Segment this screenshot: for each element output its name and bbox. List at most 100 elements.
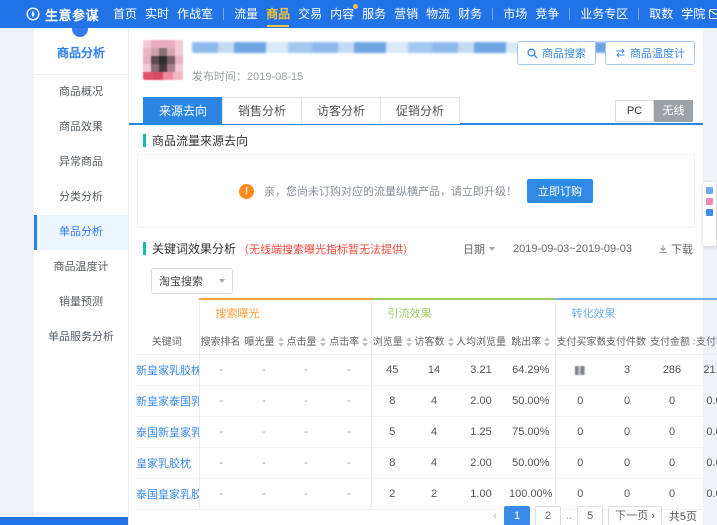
pagination-next-button[interactable]: 下一页 › [608,506,662,525]
tab[interactable]: 销售分析 [222,97,303,124]
sort-icon[interactable] [277,336,284,347]
table-cell: 0 [554,447,605,479]
download-button[interactable]: 下载 [658,241,693,257]
column-header[interactable]: 点击量 [285,326,327,355]
keyword-link[interactable]: 皇家乳胶枕 [135,447,199,479]
sidebar-item[interactable]: 商品效果 [34,110,128,145]
nav-item[interactable]: 营销 [394,0,418,28]
pagination-page[interactable]: 5 [577,506,604,525]
column-header-row: 关键词 搜索排名 曝光量 点击量 点击率 浏览量 访客数 人均浏览量 跳出率 支付买家数 支付件数支… [135,326,717,355]
nav-item[interactable]: 首页 [113,0,137,28]
sort-icon[interactable] [362,336,369,347]
nav-item[interactable]: 业务专区 [580,0,628,28]
keyword-link[interactable]: 泰国皇家乳胶 [135,478,199,510]
keyword-section-header: 关键词效果分析 （无线端搜索曝光指标暂无法提供） 日期 2019-09-03~2… [143,240,693,257]
table-cell: 4 [413,385,455,417]
column-header[interactable]: 访客数 [413,326,455,355]
sort-icon[interactable] [405,336,412,347]
product-image-redacted [143,40,183,80]
column-header[interactable]: 支付金额 [649,326,695,355]
nav-item[interactable]: 竞争 [535,0,559,28]
keyword-table-wrap: 搜索曝光 引流效果 转化效果 关键词 搜索排名 曝光量 点击量 点击率 浏览量 访客数 人均浏览量跳… [135,298,717,510]
product-search-button[interactable]: 商品搜索 [517,41,596,65]
nav-item[interactable]: 交易 [298,0,322,28]
brand-title[interactable]: 生意参谋 [45,5,99,24]
table-cell: - [243,354,285,386]
column-header[interactable]: 支付件数 [605,326,649,355]
table-cell: 0 [605,478,649,510]
sidebar-item[interactable]: 商品概况 [34,75,128,110]
app-window: 生意参谋 首页 实时 作战室 流量 商品 交易 内容 服务 营销 物流 财务 市场 竞争 业务专区 取数 学院… [0,0,717,525]
column-header[interactable]: 浏览量 [370,326,413,355]
sidebar-item[interactable]: 销量预测 [34,285,128,320]
floating-tools-widget[interactable] [703,182,716,246]
product-thermometer-button[interactable]: 商品温度计 [605,41,695,65]
table-cell: - [198,478,243,510]
nav-item[interactable]: 流量 [234,0,258,28]
nav-item[interactable]: 学院 [681,0,705,28]
nav-item[interactable]: 财务 [458,0,482,28]
chevron-down-icon [219,279,225,283]
sort-down-icon [693,342,695,347]
nav-item[interactable]: 服务 [362,0,386,28]
sidebar-item[interactable]: 单品分析 [34,215,128,250]
device-toggle: PC 无线 [615,100,693,122]
column-header[interactable]: 跳出率 [507,326,555,355]
column-header[interactable]: 曝光量 [243,326,285,355]
table-cell: - [285,385,327,417]
sort-up-icon [405,336,412,341]
sort-icon[interactable] [693,336,695,347]
sidebar-item[interactable]: 分类分析 [34,180,128,215]
sort-icon[interactable] [319,336,326,347]
table-cell: 1.25 [455,416,507,448]
sort-icon[interactable] [447,336,454,347]
float-widget-icon [706,198,713,205]
table-cell: - [327,416,371,448]
tab[interactable]: 访客分析 [301,97,382,124]
top-nav-bar: 生意参谋 首页 实时 作战室 流量 商品 交易 内容 服务 营销 物流 财务 市场 竞争 业务专区 取数 学院… [0,0,717,28]
sidebar-item[interactable]: 异常商品 [34,145,128,180]
pagination-page[interactable]: 2 [535,506,562,525]
nav-item[interactable]: 实时 [145,0,169,28]
tab[interactable]: 促销分析 [380,97,461,124]
table-cell: - [285,416,327,448]
column-header[interactable]: 点击率 [327,326,371,355]
order-now-button[interactable]: 立即订购 [527,179,593,203]
tab[interactable]: 来源去向 [143,97,224,124]
sort-down-icon [405,342,412,347]
nav-item[interactable]: 内容 [330,0,359,28]
column-group-label: 搜索曝光 [215,308,260,320]
table-cell: 45 [370,354,413,386]
column-header-label: 支付转化率 [696,336,717,348]
device-toggle-option[interactable]: 无线 [654,100,693,122]
sidebar-item[interactable]: 商品温度计 [34,250,128,285]
nav-item[interactable]: 物流 [426,0,450,28]
column-header[interactable]: 人均浏览量 [455,326,507,355]
date-dropdown[interactable]: 日期 [463,241,496,257]
analysis-tabs: 来源去向 销售分析 访客分析 促销分析 [143,97,461,124]
sort-up-icon [319,336,326,341]
keyword-link[interactable]: 新皇家乳胶枕 [135,354,199,386]
messages-button[interactable]: 消息 [709,6,717,23]
table-cell: 3.21 [455,354,507,386]
pagination-page[interactable]: 1 [504,506,531,525]
keyword-link[interactable]: 新皇家泰国乳 [135,385,199,417]
nav-item[interactable]: 作战室 [177,0,213,28]
channel-filter-dropdown[interactable]: 淘宝搜索 [151,268,233,294]
sort-up-icon [693,336,695,341]
sort-down-icon [319,342,326,347]
sort-icon[interactable] [544,336,551,347]
nav-item[interactable]: 市场 [503,0,527,28]
column-header[interactable]: 搜索排名 [198,326,243,355]
table-cell: 0 [649,385,695,417]
keyword-link[interactable]: 泰国新皇家乳 [135,416,199,448]
column-header-label: 支付金额 [650,336,690,348]
column-header: 支付买家数 [554,326,605,355]
nav-item[interactable]: 商品 [266,0,290,28]
nav-item[interactable]: 取数 [649,0,673,28]
swap-arrows-icon [615,48,626,58]
column-header[interactable]: 支付转化率 [695,326,717,355]
pagination-prev-icon[interactable]: ‹ [491,510,499,522]
sidebar-item[interactable]: 单品服务分析 [34,320,128,355]
device-toggle-option[interactable]: PC [615,100,654,122]
